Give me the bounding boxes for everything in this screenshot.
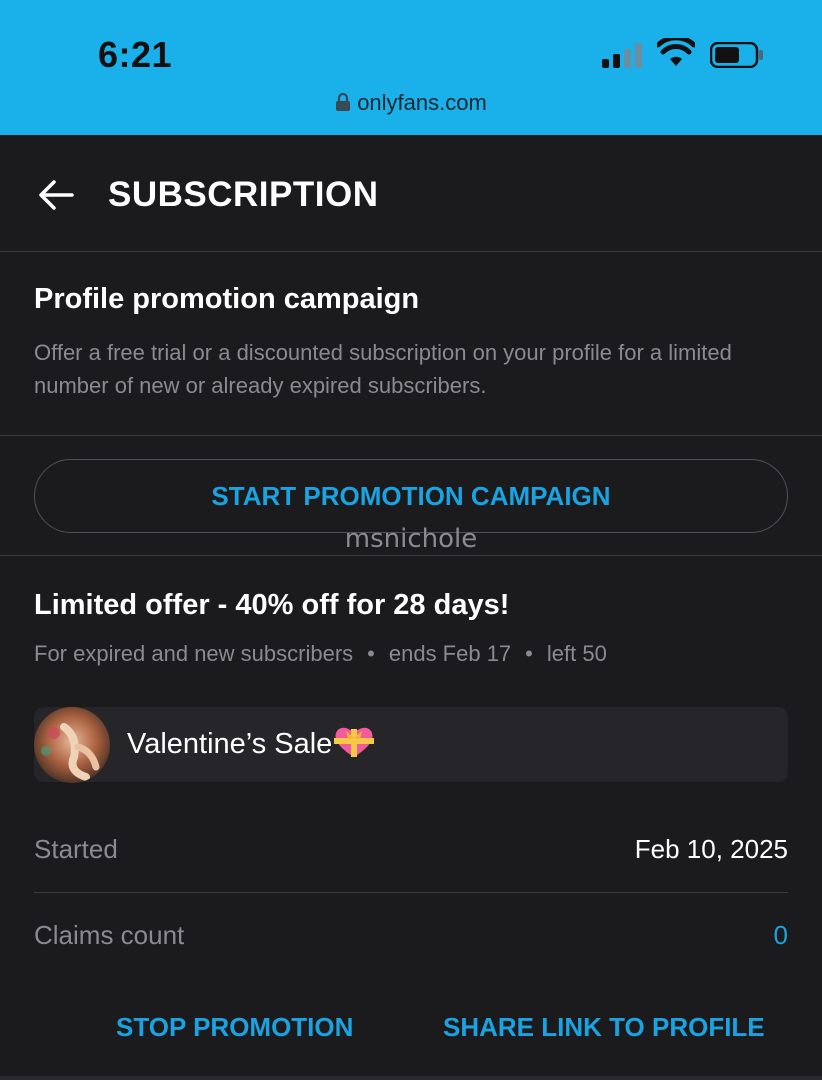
offer-meta: For expired and new subscribers • ends Feb… [34, 641, 607, 667]
signal-icon [602, 42, 644, 68]
start-promotion-button[interactable]: START PROMOTION CAMPAIGN [34, 459, 788, 533]
separator-dot: • [367, 641, 375, 666]
lock-icon [336, 92, 351, 111]
battery-icon [710, 42, 763, 68]
campaign-name-text: Valentine’s Sale [127, 728, 333, 760]
offer-audience: For expired and new subscribers [34, 641, 354, 666]
address-bar[interactable]: onlyfans.com [0, 90, 822, 116]
watermark: msnichole [344, 524, 478, 554]
claims-count[interactable]: 0 [774, 920, 788, 951]
stop-promotion-button[interactable]: STOP PROMOTION [116, 1012, 353, 1043]
action-bar: STOP PROMOTION SHARE LINK TO PROFILE [0, 1012, 822, 1048]
started-value: Feb 10, 2025 [634, 834, 788, 864]
claims-label: Claims count [34, 920, 185, 950]
wifi-icon [657, 38, 695, 66]
status-bar: 6:21 onlyfans.com [0, 0, 822, 135]
promotion-description: Offer a free trial or a discounted subsc… [34, 340, 732, 398]
url-text: onlyfans.com [357, 90, 487, 115]
offer-left: left 50 [546, 641, 607, 666]
page-title: SUBSCRIPTION [108, 175, 379, 214]
divider [0, 555, 822, 556]
arrow-left-icon[interactable] [36, 175, 76, 215]
page-header: SUBSCRIPTION [0, 135, 822, 252]
campaign-name: Valentine’s Sale [127, 725, 375, 761]
campaign-card[interactable]: Valentine’s Sale [34, 707, 788, 783]
status-time: 6:21 [98, 34, 173, 75]
heart-gift-icon [334, 727, 375, 757]
separator-dot: • [525, 641, 533, 666]
avatar [34, 707, 110, 783]
offer-ends: ends Feb 17 [388, 641, 512, 666]
offer-title: Limited offer - 40% off for 28 days! [34, 589, 510, 621]
divider [34, 892, 788, 893]
started-label: Started [34, 834, 118, 864]
promotion-section: Profile promotion campaign Offer a free … [0, 253, 822, 436]
divider [0, 1076, 822, 1080]
share-link-button[interactable]: SHARE LINK TO PROFILE [443, 1012, 765, 1043]
promotion-heading: Profile promotion campaign [34, 283, 420, 315]
